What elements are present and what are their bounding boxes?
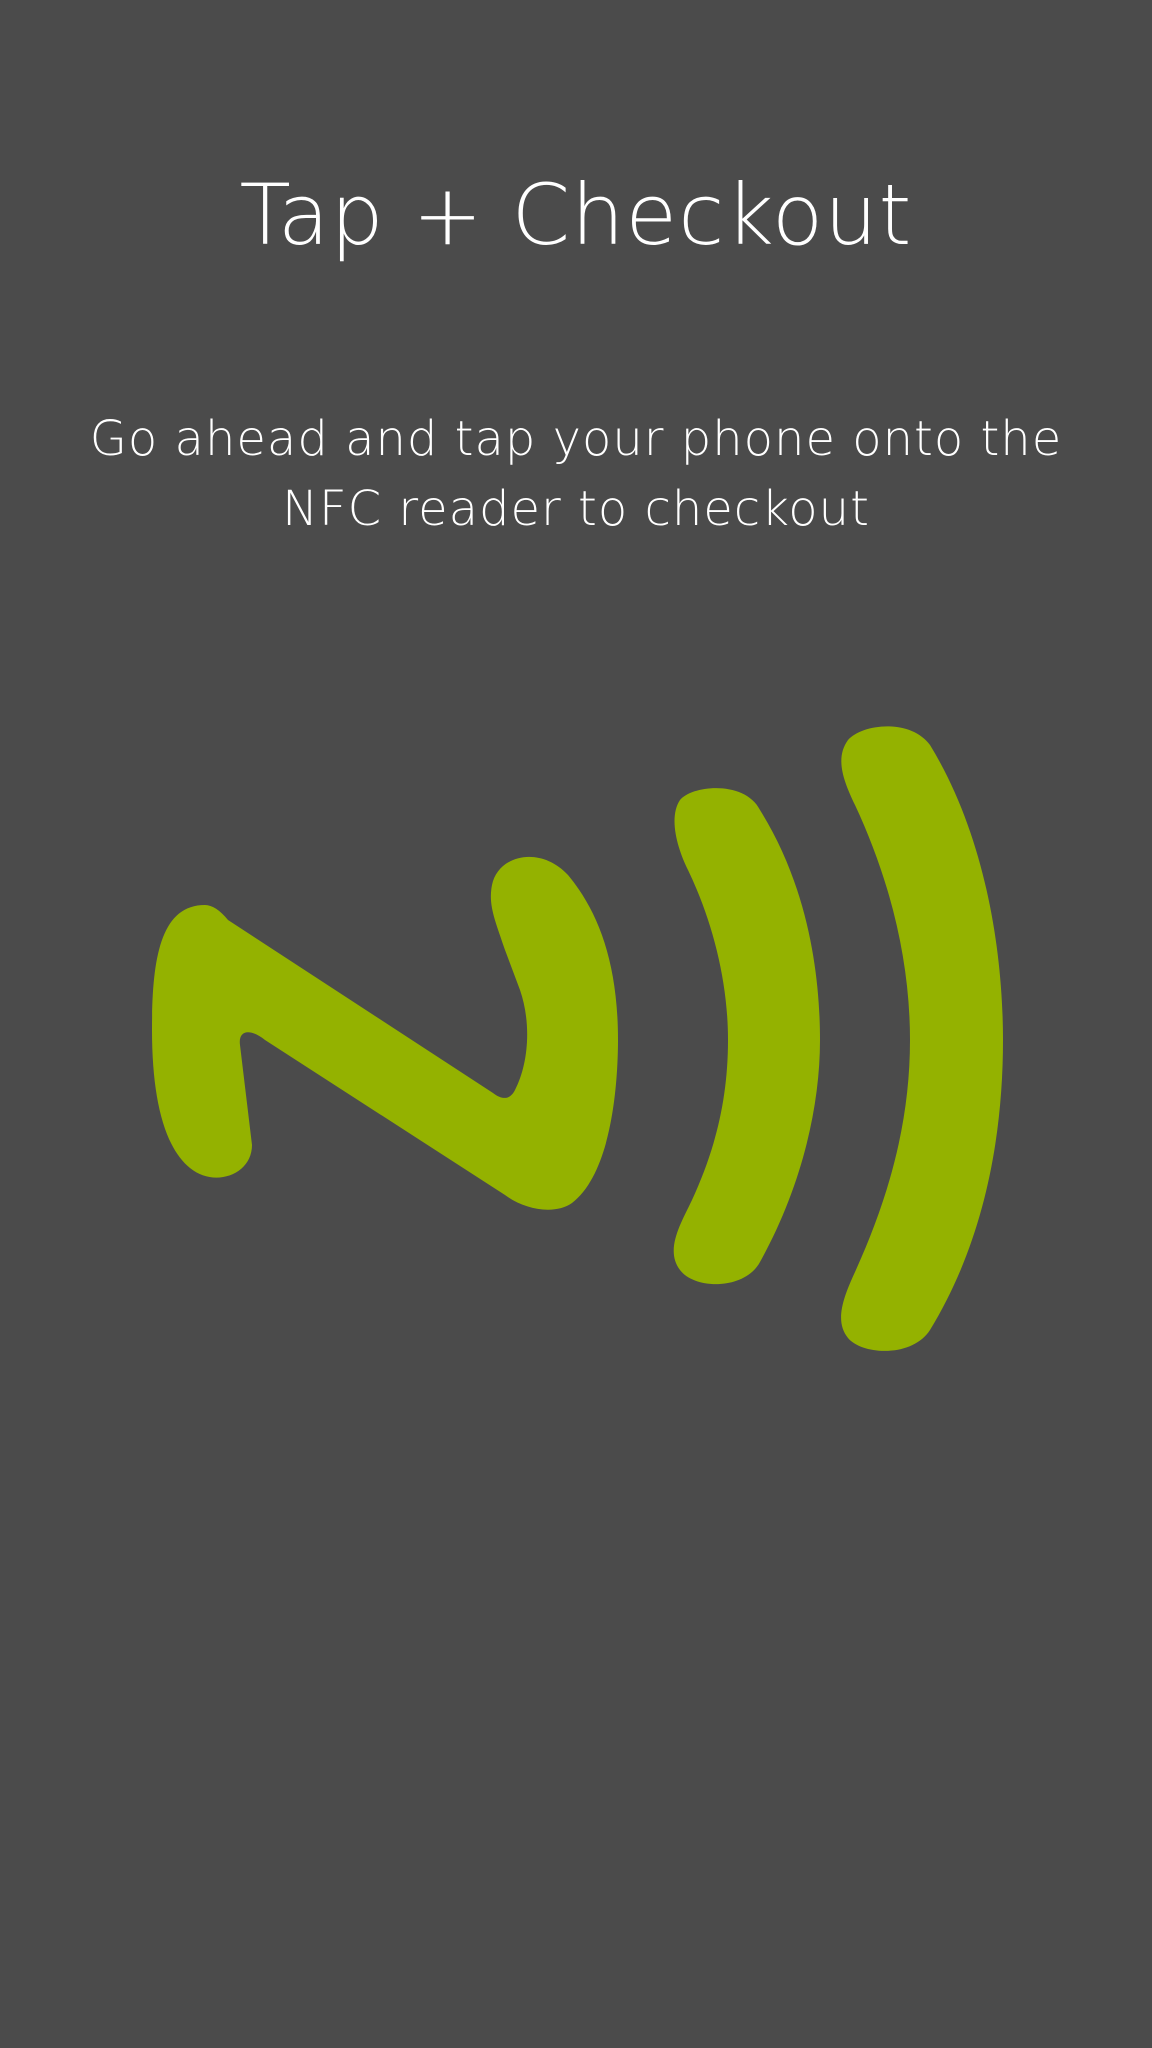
instruction-text: Go ahead and tap your phone onto the NFC… [89,411,1063,537]
nfc-wave-outer [841,726,1003,1351]
nfc-icon [152,726,1003,1351]
nfc-n-mark [152,856,618,1210]
page-title: Tap + Checkout [239,166,913,264]
tap-checkout-screen: Tap + Checkout Go ahead and tap your pho… [0,0,1152,2048]
nfc-wave-inner [673,788,820,1285]
